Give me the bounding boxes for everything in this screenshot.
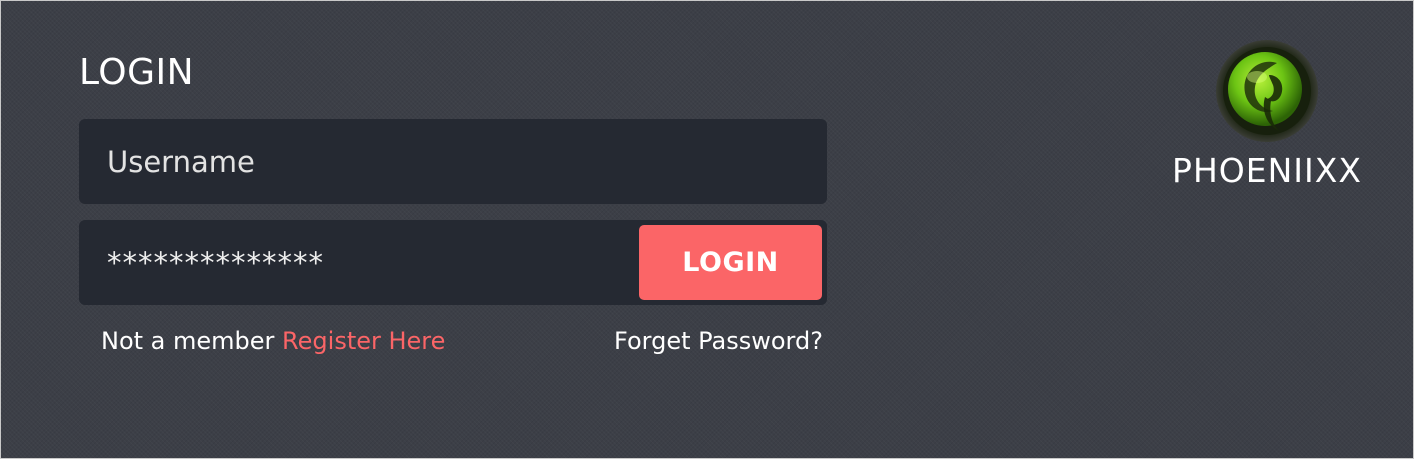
forgot-password-link[interactable]: Forget Password? <box>614 327 823 355</box>
brand-name: PHOENIIXX <box>1172 151 1362 190</box>
login-button[interactable]: LOGIN <box>639 225 822 300</box>
brand-logo: PHOENIIXX <box>1151 39 1383 190</box>
phoenix-swirl-logo-icon <box>1216 40 1318 142</box>
register-prompt: Not a member <box>101 327 275 355</box>
password-input[interactable] <box>79 220 639 305</box>
username-field-container <box>79 119 827 204</box>
register-link[interactable]: Register Here <box>282 327 445 355</box>
username-input[interactable] <box>79 119 827 204</box>
register-row: Not a member Register Here <box>101 325 445 357</box>
forgot-row: Forget Password? <box>614 325 823 357</box>
page-title: LOGIN <box>79 52 195 93</box>
login-panel: LOGIN LOGIN Not a member Register Here F… <box>0 0 1414 459</box>
